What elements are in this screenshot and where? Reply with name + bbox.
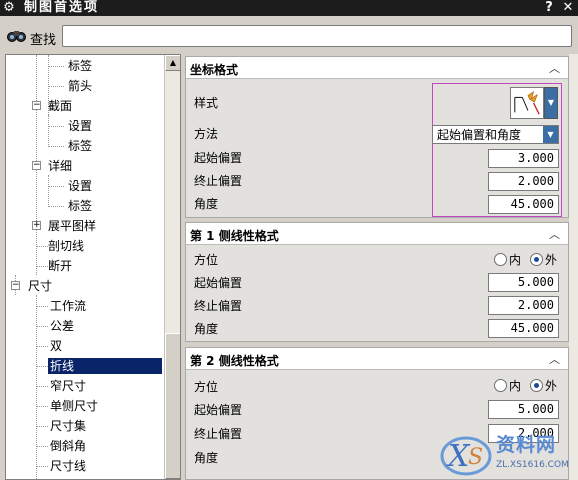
style-dropdown-arrow[interactable]: ▼ (544, 87, 558, 119)
method-select[interactable]: 起始偏置和角度 ▼ (432, 125, 559, 144)
tree-item-detail-settings[interactable]: 设置 (6, 176, 164, 196)
preferences-tree[interactable]: 标签 箭头 − 截面 设置 标签 − 详细 设置 标签 + 展平图样 剖切线 断… (5, 54, 181, 480)
close-button[interactable]: ✕ (560, 0, 576, 15)
watermark-url: ZL.XS1616.COM (496, 460, 569, 470)
tree-item-detail-label[interactable]: 标签 (6, 196, 164, 216)
start-offset-field[interactable]: 5.000 (488, 400, 559, 419)
tree-item-single-sided[interactable]: 单侧尺寸 (6, 396, 164, 416)
end-offset-label: 终止偏置 (194, 427, 243, 441)
end-offset-label: 终止偏置 (194, 299, 243, 313)
angle-label: 角度 (194, 197, 219, 211)
style-label: 样式 (194, 96, 219, 110)
start-offset-label: 起始偏置 (194, 403, 243, 417)
tree-item-label[interactable]: 标签 (6, 56, 164, 76)
tree-item-chamfer[interactable]: 倒斜角 (6, 436, 164, 456)
tree-item-dimension-line[interactable]: 尺寸线 (6, 456, 164, 476)
section-title: 坐标格式 (190, 63, 239, 77)
end-offset-field[interactable]: 2.000 (488, 172, 559, 191)
start-offset-field[interactable]: 5.000 (488, 273, 559, 292)
search-bar: 查找 (0, 16, 578, 52)
angle-field[interactable]: 45.000 (488, 319, 559, 338)
window-title: 制图首选项 (24, 0, 100, 15)
inner-radio[interactable] (494, 379, 507, 392)
settings-pane: 坐标格式 ︿ 样式 ▼ 方法 起始偏置和角度 ▼ 起始偏置 3.000 终止偏置… (185, 54, 578, 480)
gear-icon[interactable]: ⚙ (2, 1, 16, 15)
tree-item-dual[interactable]: 双 (6, 336, 164, 356)
tree-item-workflow[interactable]: 工作流 (6, 296, 164, 316)
outer-radio[interactable] (530, 253, 543, 266)
collapse-up-icon[interactable]: ︿ (549, 351, 560, 367)
section-header[interactable]: 第 1 侧线性格式 ︿ (186, 223, 568, 245)
method-label: 方法 (194, 127, 219, 141)
section-title: 第 2 侧线性格式 (190, 354, 279, 368)
coordinate-format-section: 坐标格式 ︿ 样式 ▼ 方法 起始偏置和角度 ▼ 起始偏置 3.000 终止偏置… (185, 56, 569, 218)
search-input[interactable] (62, 25, 572, 47)
style-picker-button[interactable] (510, 87, 544, 119)
angle-label: 角度 (194, 322, 219, 336)
watermark-text: 资料网 (496, 434, 557, 456)
tree-item-section-line[interactable]: 剖切线 (6, 236, 164, 256)
end-offset-label: 终止偏置 (194, 174, 243, 188)
collapse-toggle[interactable]: − (11, 281, 20, 290)
expand-toggle[interactable]: + (32, 221, 41, 230)
xs-logo-icon: X S (440, 436, 492, 476)
direction-label: 方位 (194, 253, 219, 267)
inner-radio-label: 内 (509, 253, 522, 267)
start-offset-label: 起始偏置 (194, 276, 243, 290)
scroll-thumb[interactable] (165, 333, 180, 479)
chevron-down-icon[interactable]: ▼ (543, 126, 558, 143)
collapse-toggle[interactable]: − (32, 161, 41, 170)
outer-radio-label: 外 (545, 379, 558, 393)
end-offset-field[interactable]: 2.000 (488, 296, 559, 315)
tree-item-dimension[interactable]: − 尺寸 (6, 276, 164, 296)
tree-item-section-settings[interactable]: 设置 (6, 116, 164, 136)
tree-item-break[interactable]: 断开 (6, 256, 164, 276)
jog-style-icon (514, 91, 540, 115)
tree-item-tolerance[interactable]: 公差 (6, 316, 164, 336)
help-button[interactable]: ? (541, 0, 557, 15)
tree-item-section[interactable]: − 截面 (6, 96, 164, 116)
watermark-logo: X S 资料网 ZL.XS1616.COM (438, 430, 578, 480)
method-value: 起始偏置和角度 (437, 128, 522, 142)
section-header[interactable]: 第 2 侧线性格式 ︿ (186, 348, 568, 370)
collapse-up-icon[interactable]: ︿ (549, 226, 560, 242)
tree-item-detail[interactable]: − 详细 (6, 156, 164, 176)
tree-item-jog[interactable]: 折线 (6, 356, 164, 376)
inner-radio-label: 内 (509, 379, 522, 393)
tree-item-section-label[interactable]: 标签 (6, 136, 164, 156)
binoculars-icon (7, 31, 26, 42)
scroll-up-icon[interactable]: ▲ (165, 55, 180, 71)
tree-item-dimension-set[interactable]: 尺寸集 (6, 416, 164, 436)
section-header[interactable]: 坐标格式 ︿ (186, 57, 568, 79)
svg-text:S: S (468, 445, 483, 470)
pane-scrollbar[interactable] (569, 54, 578, 480)
side1-linear-format-section: 第 1 侧线性格式 ︿ 方位 内 外 起始偏置 5.000 终止偏置 2.000… (185, 222, 569, 342)
outer-radio-label: 外 (545, 253, 558, 267)
title-bar: ⚙ 制图首选项 ? ✕ (0, 0, 578, 16)
angle-label: 角度 (194, 451, 219, 465)
search-label: 查找 (30, 33, 57, 48)
inner-radio[interactable] (494, 253, 507, 266)
angle-field[interactable]: 45.000 (488, 195, 559, 214)
tree-scrollbar[interactable]: ▲ (164, 55, 180, 479)
start-offset-label: 起始偏置 (194, 151, 243, 165)
direction-label: 方位 (194, 380, 219, 394)
tree-item-flat-pattern[interactable]: + 展平图样 (6, 216, 164, 236)
tree-item-narrow[interactable]: 窄尺寸 (6, 376, 164, 396)
collapse-toggle[interactable]: − (32, 101, 41, 110)
collapse-up-icon[interactable]: ︿ (549, 60, 560, 76)
tree-item-arrow[interactable]: 箭头 (6, 76, 164, 96)
section-title: 第 1 侧线性格式 (190, 229, 279, 243)
outer-radio[interactable] (530, 379, 543, 392)
start-offset-field[interactable]: 3.000 (488, 149, 559, 168)
